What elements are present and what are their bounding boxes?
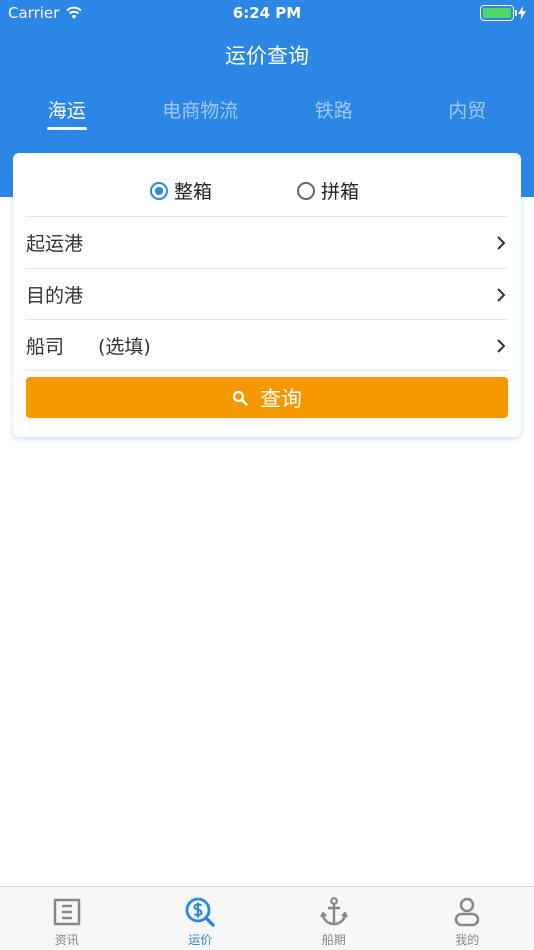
- shipping-line-hint: (选填): [98, 335, 151, 358]
- destination-port-label: 目的港: [26, 285, 84, 307]
- tab-domestic[interactable]: 内贸: [401, 96, 534, 136]
- news-icon: [53, 898, 80, 926]
- radio-lcl[interactable]: 拼箱: [297, 177, 359, 204]
- radio-checked-icon: [150, 181, 168, 200]
- container-type-group: 整箱 拼箱: [13, 177, 521, 205]
- radio-full-container[interactable]: 整箱: [150, 177, 212, 204]
- page-title: 运价查询: [225, 44, 309, 68]
- chevron-right-icon: [497, 339, 506, 353]
- tabbar-item-news[interactable]: 资讯: [0, 887, 134, 950]
- tabbar-label: 我的: [455, 933, 480, 947]
- tabbar-label: 资讯: [54, 933, 79, 947]
- query-button[interactable]: 查询: [26, 377, 508, 418]
- origin-port-label: 起运港: [26, 233, 84, 255]
- status-right: [480, 5, 526, 21]
- chevron-right-icon: [497, 236, 506, 250]
- chevron-right-icon: [497, 288, 506, 302]
- user-icon: [455, 897, 480, 927]
- search-icon: [232, 390, 248, 406]
- price-search-icon: [185, 897, 215, 927]
- tabbar-item-schedule[interactable]: 船期: [267, 887, 401, 950]
- query-card: 整箱 拼箱 起运港 目的港 船司 (选填) 查询: [13, 153, 521, 437]
- tabbar-label: 船期: [321, 933, 346, 947]
- tab-ecommerce[interactable]: 电商物流: [134, 96, 268, 136]
- transport-tabs: 海运 电商物流 铁路 内贸: [0, 96, 534, 136]
- status-time: 6:24 PM: [232, 4, 302, 22]
- query-button-label: 查询: [260, 386, 302, 411]
- shipping-line-label: 船司: [26, 335, 65, 358]
- tab-sea[interactable]: 海运: [0, 96, 134, 136]
- destination-port-row[interactable]: 目的港: [26, 268, 508, 320]
- radio-label: 拼箱: [321, 181, 360, 203]
- tabbar-item-profile[interactable]: 我的: [401, 887, 534, 950]
- battery-icon: [480, 5, 517, 21]
- status-bar: Carrier 6:24 PM: [0, 0, 534, 28]
- tab-railway[interactable]: 铁路: [267, 96, 401, 136]
- bottom-tab-bar: 资讯 运价 船期 我的: [0, 886, 534, 950]
- origin-port-row[interactable]: 起运港: [26, 216, 508, 268]
- tabbar-label: 运价: [188, 933, 213, 947]
- tabbar-item-price[interactable]: 运价: [134, 887, 268, 950]
- radio-unchecked-icon: [297, 181, 315, 200]
- anchor-icon: [319, 897, 348, 926]
- radio-label: 整箱: [174, 181, 213, 203]
- shipping-line-row[interactable]: 船司 (选填): [26, 319, 508, 371]
- charging-icon: [518, 6, 526, 20]
